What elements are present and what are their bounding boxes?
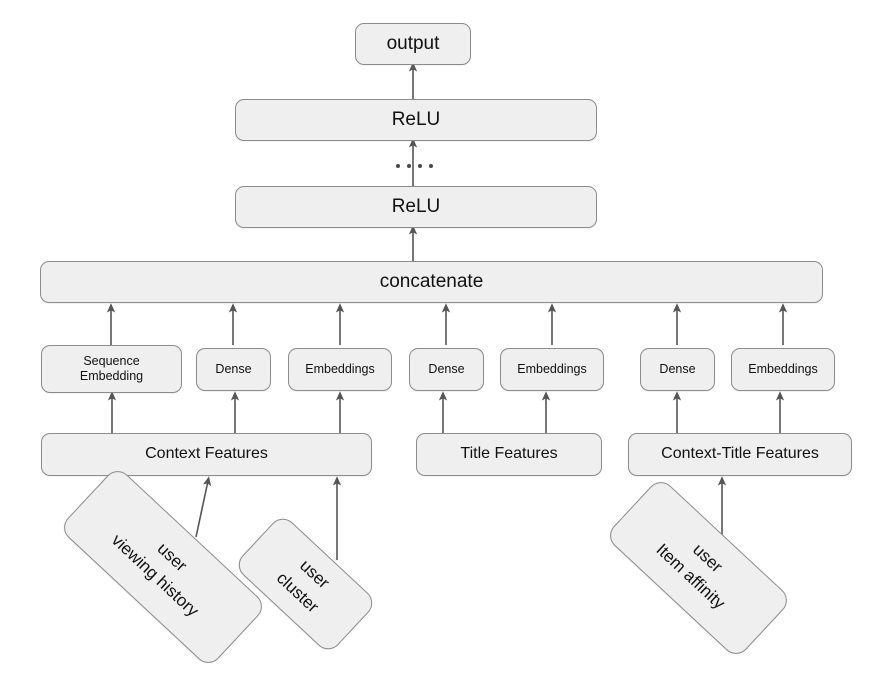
node-relu_top: ReLU: [235, 99, 597, 141]
ellipsis-dot: [429, 164, 433, 168]
node-concatenate: concatenate: [40, 261, 823, 303]
node-user_viewing_history: user viewing history: [58, 465, 268, 669]
ellipsis-dot: [396, 164, 400, 168]
arrow-user-viewing-history-to-context-features: [195, 476, 212, 538]
node-embeddings_3: Embeddings: [731, 348, 835, 391]
node-user_cluster: user cluster: [233, 513, 378, 655]
node-output: output: [355, 23, 471, 65]
ellipsis-dot: [407, 164, 411, 168]
node-dense_1: Dense: [196, 348, 271, 391]
node-sequence_embedding: Sequence Embedding: [41, 345, 182, 393]
node-embeddings_2: Embeddings: [500, 348, 604, 391]
node-relu_bottom: ReLU: [235, 186, 597, 228]
node-embeddings_1: Embeddings: [288, 348, 392, 391]
diagram-canvas: output ReLU ReLU concatenate Sequence Embedd…: [0, 0, 885, 695]
ellipsis-dots: [396, 164, 433, 168]
node-user_item_affinity: user Item affinity: [604, 476, 793, 660]
node-title_features: Title Features: [416, 433, 602, 476]
node-dense_2: Dense: [409, 348, 484, 391]
node-context_title_features: Context-Title Features: [628, 433, 852, 476]
node-dense_3: Dense: [640, 348, 715, 391]
ellipsis-dot: [418, 164, 422, 168]
node-context_features: Context Features: [41, 433, 372, 476]
